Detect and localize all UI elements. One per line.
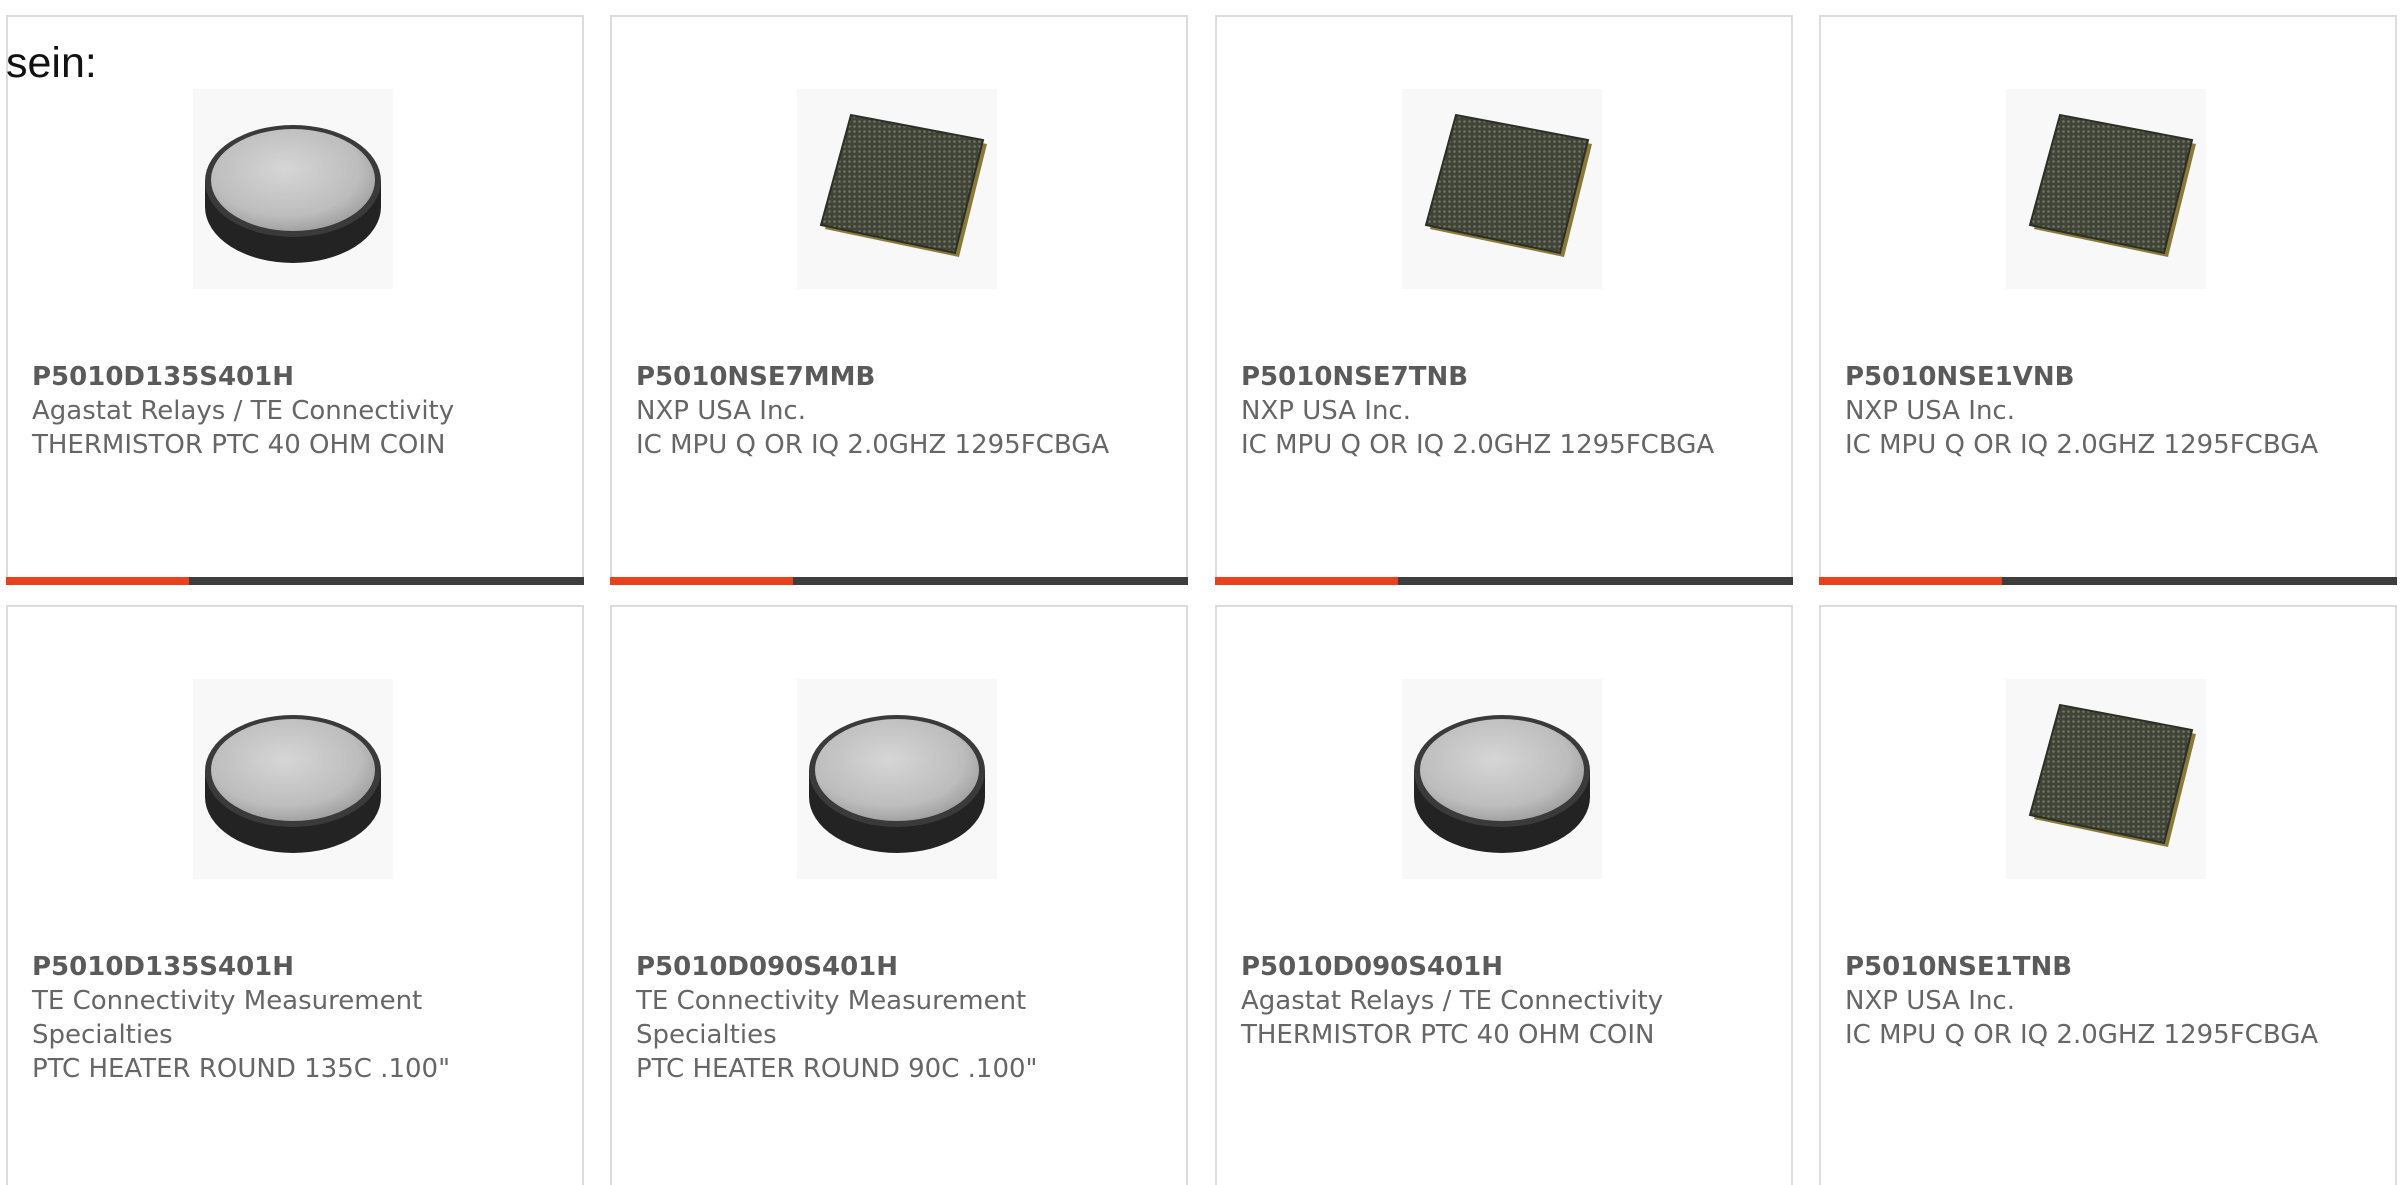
part-number-link[interactable]: P5010D135S401H [32, 950, 564, 984]
description-label: THERMISTOR PTC 40 OHM COIN [32, 430, 446, 460]
manufacturer-label: TE Connectivity Measurement Specialties [32, 986, 423, 1050]
part-number-link[interactable]: P5010NSE1VNB [1845, 360, 2377, 394]
product-card[interactable]: P5010D090S401H Agastat Relays / TE Connec… [1215, 605, 1793, 1185]
description-label: IC MPU Q OR IQ 2.0GHZ 1295FCBGA [1241, 430, 1715, 460]
product-info: P5010D135S401H TE Connectivity Measuremen… [32, 950, 564, 1086]
description-label: THERMISTOR PTC 40 OHM COIN [1241, 1020, 1655, 1050]
product-card[interactable]: P5010NSE7TNB NXP USA Inc. IC MPU Q OR IQ 2… [1215, 15, 1793, 585]
product-info: P5010NSE1VNB NXP USA Inc. IC MPU Q OR IQ 2… [1845, 360, 2377, 462]
manufacturer-label: TE Connectivity Measurement Specialties [636, 986, 1027, 1050]
description-label: IC MPU Q OR IQ 2.0GHZ 1295FCBGA [1845, 1020, 2319, 1050]
card-accent-bar [1819, 577, 2002, 585]
manufacturer-label: NXP USA Inc. [636, 396, 806, 426]
part-number-link[interactable]: P5010NSE1TNB [1845, 950, 2377, 984]
manufacturer-label: NXP USA Inc. [1845, 396, 2015, 426]
ptc-coin-thermistor-image[interactable] [193, 679, 393, 879]
card-bottom-bar [1819, 577, 2397, 585]
description-label: PTC HEATER ROUND 90C .100" [636, 1054, 1038, 1084]
manufacturer-label: NXP USA Inc. [1845, 986, 2015, 1016]
product-card[interactable]: P5010NSE1VNB NXP USA Inc. IC MPU Q OR IQ 2… [1819, 15, 2397, 585]
part-number-link[interactable]: P5010D090S401H [636, 950, 1168, 984]
product-card[interactable]: P5010D135S401H Agastat Relays / TE Connec… [6, 15, 584, 585]
product-grid: P5010D135S401H Agastat Relays / TE Connec… [0, 0, 2400, 1185]
bga-chip-image[interactable] [2006, 679, 2206, 879]
card-bottom-bar [1215, 577, 1793, 585]
product-info: P5010NSE1TNB NXP USA Inc. IC MPU Q OR IQ 2… [1845, 950, 2377, 1052]
product-card[interactable]: P5010D135S401H TE Connectivity Measuremen… [6, 605, 584, 1185]
card-accent-bar [610, 577, 793, 585]
product-info: P5010D135S401H Agastat Relays / TE Connec… [32, 360, 564, 462]
product-info: P5010D090S401H TE Connectivity Measuremen… [636, 950, 1168, 1086]
part-number-link[interactable]: P5010NSE7TNB [1241, 360, 1773, 394]
description-label: PTC HEATER ROUND 135C .100" [32, 1054, 451, 1084]
ptc-coin-thermistor-image[interactable] [797, 679, 997, 879]
card-accent-bar [6, 577, 189, 585]
part-number-link[interactable]: P5010D090S401H [1241, 950, 1773, 984]
card-bottom-bar [610, 577, 1188, 585]
bga-chip-image[interactable] [797, 89, 997, 289]
ptc-coin-thermistor-image[interactable] [193, 89, 393, 289]
bga-chip-image[interactable] [2006, 89, 2206, 289]
bga-chip-image[interactable] [1402, 89, 1602, 289]
product-card[interactable]: P5010NSE7MMB NXP USA Inc. IC MPU Q OR IQ 2… [610, 15, 1188, 585]
manufacturer-label: Agastat Relays / TE Connectivity [1241, 986, 1664, 1016]
manufacturer-label: NXP USA Inc. [1241, 396, 1411, 426]
manufacturer-label: Agastat Relays / TE Connectivity [32, 396, 455, 426]
product-info: P5010NSE7MMB NXP USA Inc. IC MPU Q OR IQ 2… [636, 360, 1168, 462]
intro-text: sein: [6, 39, 97, 87]
card-accent-bar [1215, 577, 1398, 585]
ptc-coin-thermistor-image[interactable] [1402, 679, 1602, 879]
card-bottom-bar [6, 577, 584, 585]
part-number-link[interactable]: P5010D135S401H [32, 360, 564, 394]
product-info: P5010NSE7TNB NXP USA Inc. IC MPU Q OR IQ 2… [1241, 360, 1773, 462]
description-label: IC MPU Q OR IQ 2.0GHZ 1295FCBGA [1845, 430, 2319, 460]
product-info: P5010D090S401H Agastat Relays / TE Connec… [1241, 950, 1773, 1052]
description-label: IC MPU Q OR IQ 2.0GHZ 1295FCBGA [636, 430, 1110, 460]
product-card[interactable]: P5010NSE1TNB NXP USA Inc. IC MPU Q OR IQ 2… [1819, 605, 2397, 1185]
part-number-link[interactable]: P5010NSE7MMB [636, 360, 1168, 394]
product-card[interactable]: P5010D090S401H TE Connectivity Measuremen… [610, 605, 1188, 1185]
